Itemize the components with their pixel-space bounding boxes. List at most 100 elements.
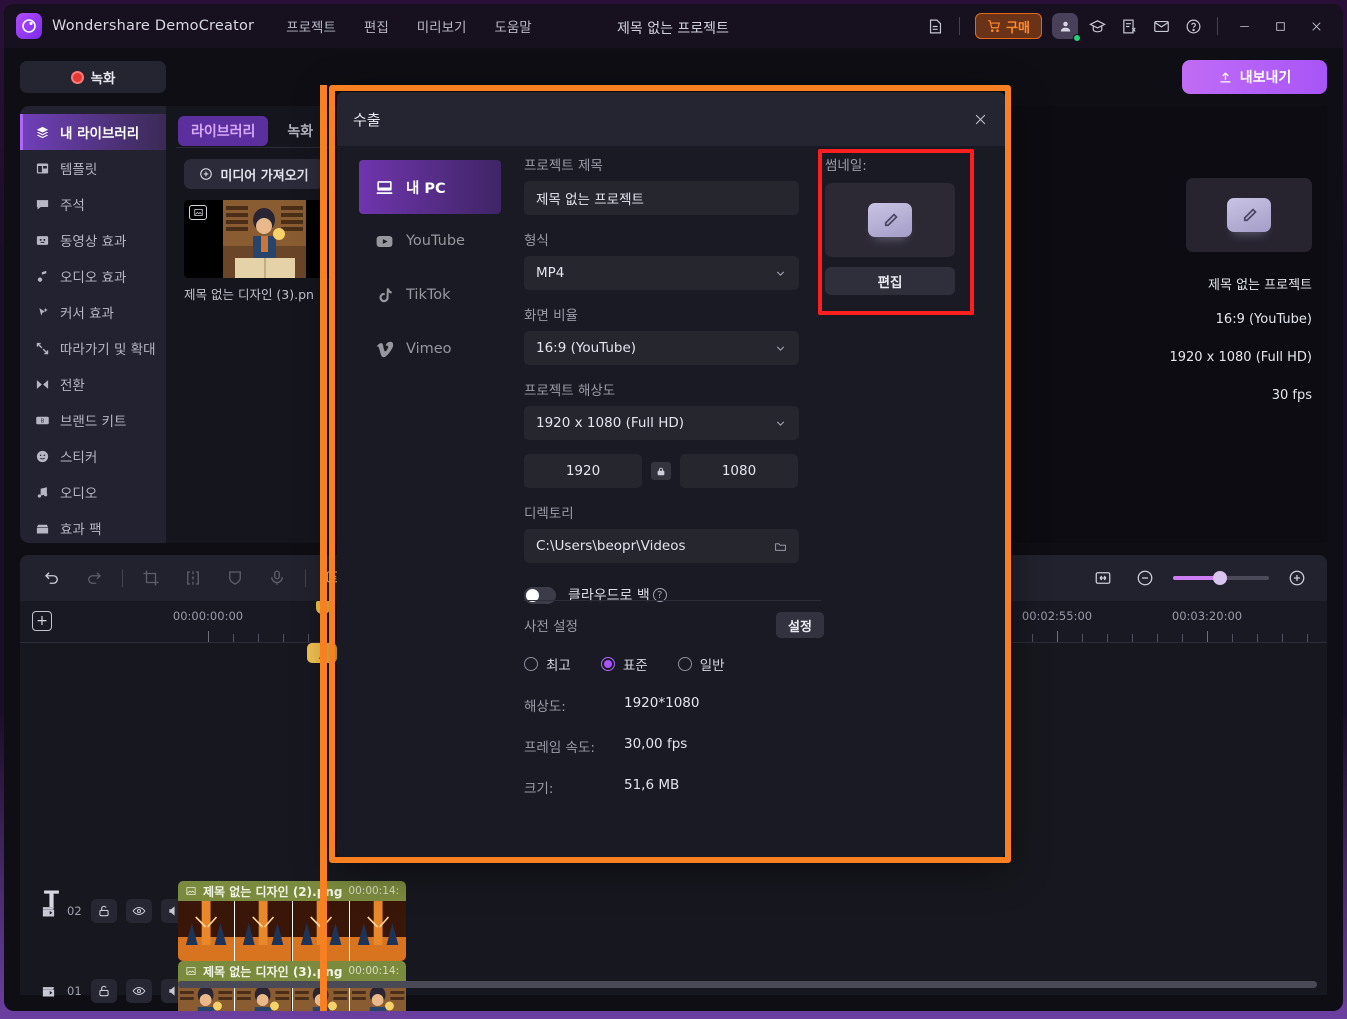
record-button[interactable]: 녹화 [20,61,166,93]
sidebar-item-pan-zoom[interactable]: 따라가기 및 확대 [20,330,166,366]
shortcuts-icon[interactable] [1114,11,1144,41]
image-type-icon [189,205,207,220]
microphone-icon[interactable] [263,564,291,592]
project-thumbnail[interactable] [1186,178,1312,252]
sidebar-item-audio-effect[interactable]: 오디오 효과 [20,258,166,294]
thumbnail-preview[interactable] [825,183,955,257]
sidebar-item-effect-pack[interactable]: 효과 팩 [20,510,166,546]
timeline-zoom-controls [1089,555,1311,601]
spec-label: 크기: [524,781,554,797]
track-lock-button[interactable] [90,979,117,1003]
format-label: 형식 [524,233,549,249]
import-media-button[interactable]: 미디어 가져오기 [184,159,324,189]
sidebar-item-template[interactable]: 템플릿 [20,150,166,186]
timeline-clip[interactable]: 제목 없는 디자인 (2).png 00:00:14: [178,881,406,961]
crop-icon[interactable] [137,564,165,592]
import-media-label: 미디어 가져오기 [220,168,309,184]
destination-tiktok[interactable]: TikTok [359,268,501,322]
width-input[interactable]: 1920 [524,454,642,488]
account-button[interactable] [1050,11,1081,42]
media-item[interactable] [184,200,332,278]
sidebar-item-label: 따라가기 및 확대 [60,342,156,358]
divider-2 [1217,17,1218,35]
row-value: 16:9 (YouTube) [1215,312,1312,327]
sidebar-item-my-library[interactable]: 내 라이브러리 [20,114,166,150]
highlight-vertical-line [320,85,327,1011]
tiktok-icon [379,287,392,302]
redo-icon[interactable] [80,564,108,592]
destination-my-pc[interactable]: 내 PC [359,160,501,214]
maximize-button[interactable] [1263,11,1297,41]
minimize-button[interactable] [1227,11,1261,41]
note-edit-icon[interactable] [920,11,950,41]
destination-youtube[interactable]: YouTube [359,214,501,268]
close-icon[interactable] [967,106,993,132]
pan-zoom-icon [34,340,51,357]
undo-icon[interactable] [38,564,66,592]
mail-icon[interactable] [1146,11,1176,41]
zoom-slider[interactable] [1173,571,1269,585]
tab-recording[interactable]: 녹화 [274,116,326,146]
menu-project[interactable]: 프로젝트 [286,16,336,36]
quality-option-best[interactable]: 최고 [524,654,571,674]
online-status-dot [1073,34,1081,42]
timeline-horizontal-scrollbar[interactable] [178,981,1317,988]
destination-vimeo[interactable]: Vimeo [359,322,501,376]
track-lock-button[interactable] [90,899,117,923]
graduation-cap-icon[interactable] [1082,11,1112,41]
menu-preview[interactable]: 미리보기 [417,16,467,36]
format-select[interactable]: MP4 [524,256,799,290]
resolution-select[interactable]: 1920 x 1080 (Full HD) [524,406,799,440]
sidebar-item-video-effect[interactable]: 동영상 효과 [20,222,166,258]
track-controls-02: 02 [38,899,187,923]
preset-section: 사전 설정 설정 최고 표준 일반 해상도: 1920*1080 프레임 속도:… [524,612,824,797]
track-visibility-button[interactable] [125,979,152,1003]
fit-timeline-icon[interactable] [1089,564,1117,592]
project-title-input[interactable]: 제목 없는 프로젝트 [524,181,799,215]
zoom-in-icon[interactable] [1283,564,1311,592]
transition-icon [34,376,51,393]
track-controls-01: 01 [38,979,187,1003]
spec-value: 1920*1080 [624,695,700,711]
spec-label: 해상도: [524,699,566,715]
aspect-lock-icon[interactable] [651,462,671,480]
destination-label: TikTok [406,287,451,303]
sidebar-item-audio[interactable]: 오디오 [20,474,166,510]
buy-button[interactable]: 구매 [975,13,1042,39]
upload-icon [1220,71,1231,82]
export-top-button[interactable]: 내보내기 [1182,60,1327,94]
spec-label: 프레임 속도: [524,740,595,756]
zoom-slider-knob[interactable] [1213,571,1227,585]
aspect-label: 화면 비율 [524,308,578,324]
directory-input[interactable]: C:\Users\beopr\Videos [524,529,799,563]
sidebar-item-transition[interactable]: 전환 [20,366,166,402]
quality-option-standard[interactable]: 표준 [600,654,648,674]
dialog-divider [524,600,821,601]
add-track-button[interactable]: + [32,611,52,631]
export-top-label: 내보내기 [1239,70,1292,86]
aspect-select[interactable]: 16:9 (YouTube) [524,331,799,365]
menu-help[interactable]: 도움말 [494,16,531,36]
help-icon[interactable] [1178,11,1208,41]
clapperboard-icon [38,981,58,1001]
settings-button[interactable]: 설정 [776,612,824,638]
tab-library[interactable]: 라이브러리 [178,116,269,146]
sidebar-item-sticker[interactable]: 스티커 [20,438,166,474]
menu-edit[interactable]: 편집 [364,16,389,36]
sidebar-item-label: 전환 [60,378,85,394]
split-icon[interactable] [179,564,207,592]
mask-icon[interactable] [221,564,249,592]
height-input[interactable]: 1080 [680,454,798,488]
track-visibility-button[interactable] [125,899,152,923]
left-sidebar: 내 라이브러리 템플릿 주석 동영상 효과 오디오 효과 커서 효과 따라가기 … [20,106,166,543]
zoom-out-icon[interactable] [1131,564,1159,592]
sidebar-item-annotation[interactable]: 주석 [20,186,166,222]
sidebar-item-label: 주석 [60,198,85,214]
sidebar-item-cursor-effect[interactable]: 커서 효과 [20,294,166,330]
thumbnail-edit-button[interactable]: 편집 [825,267,955,295]
chevron-down-icon [776,270,785,276]
quality-option-normal[interactable]: 일반 [677,654,725,674]
sidebar-item-brand-kit[interactable]: B 브랜드 키트 [20,402,166,438]
close-button[interactable] [1299,11,1333,41]
pencil-icon [868,203,912,237]
